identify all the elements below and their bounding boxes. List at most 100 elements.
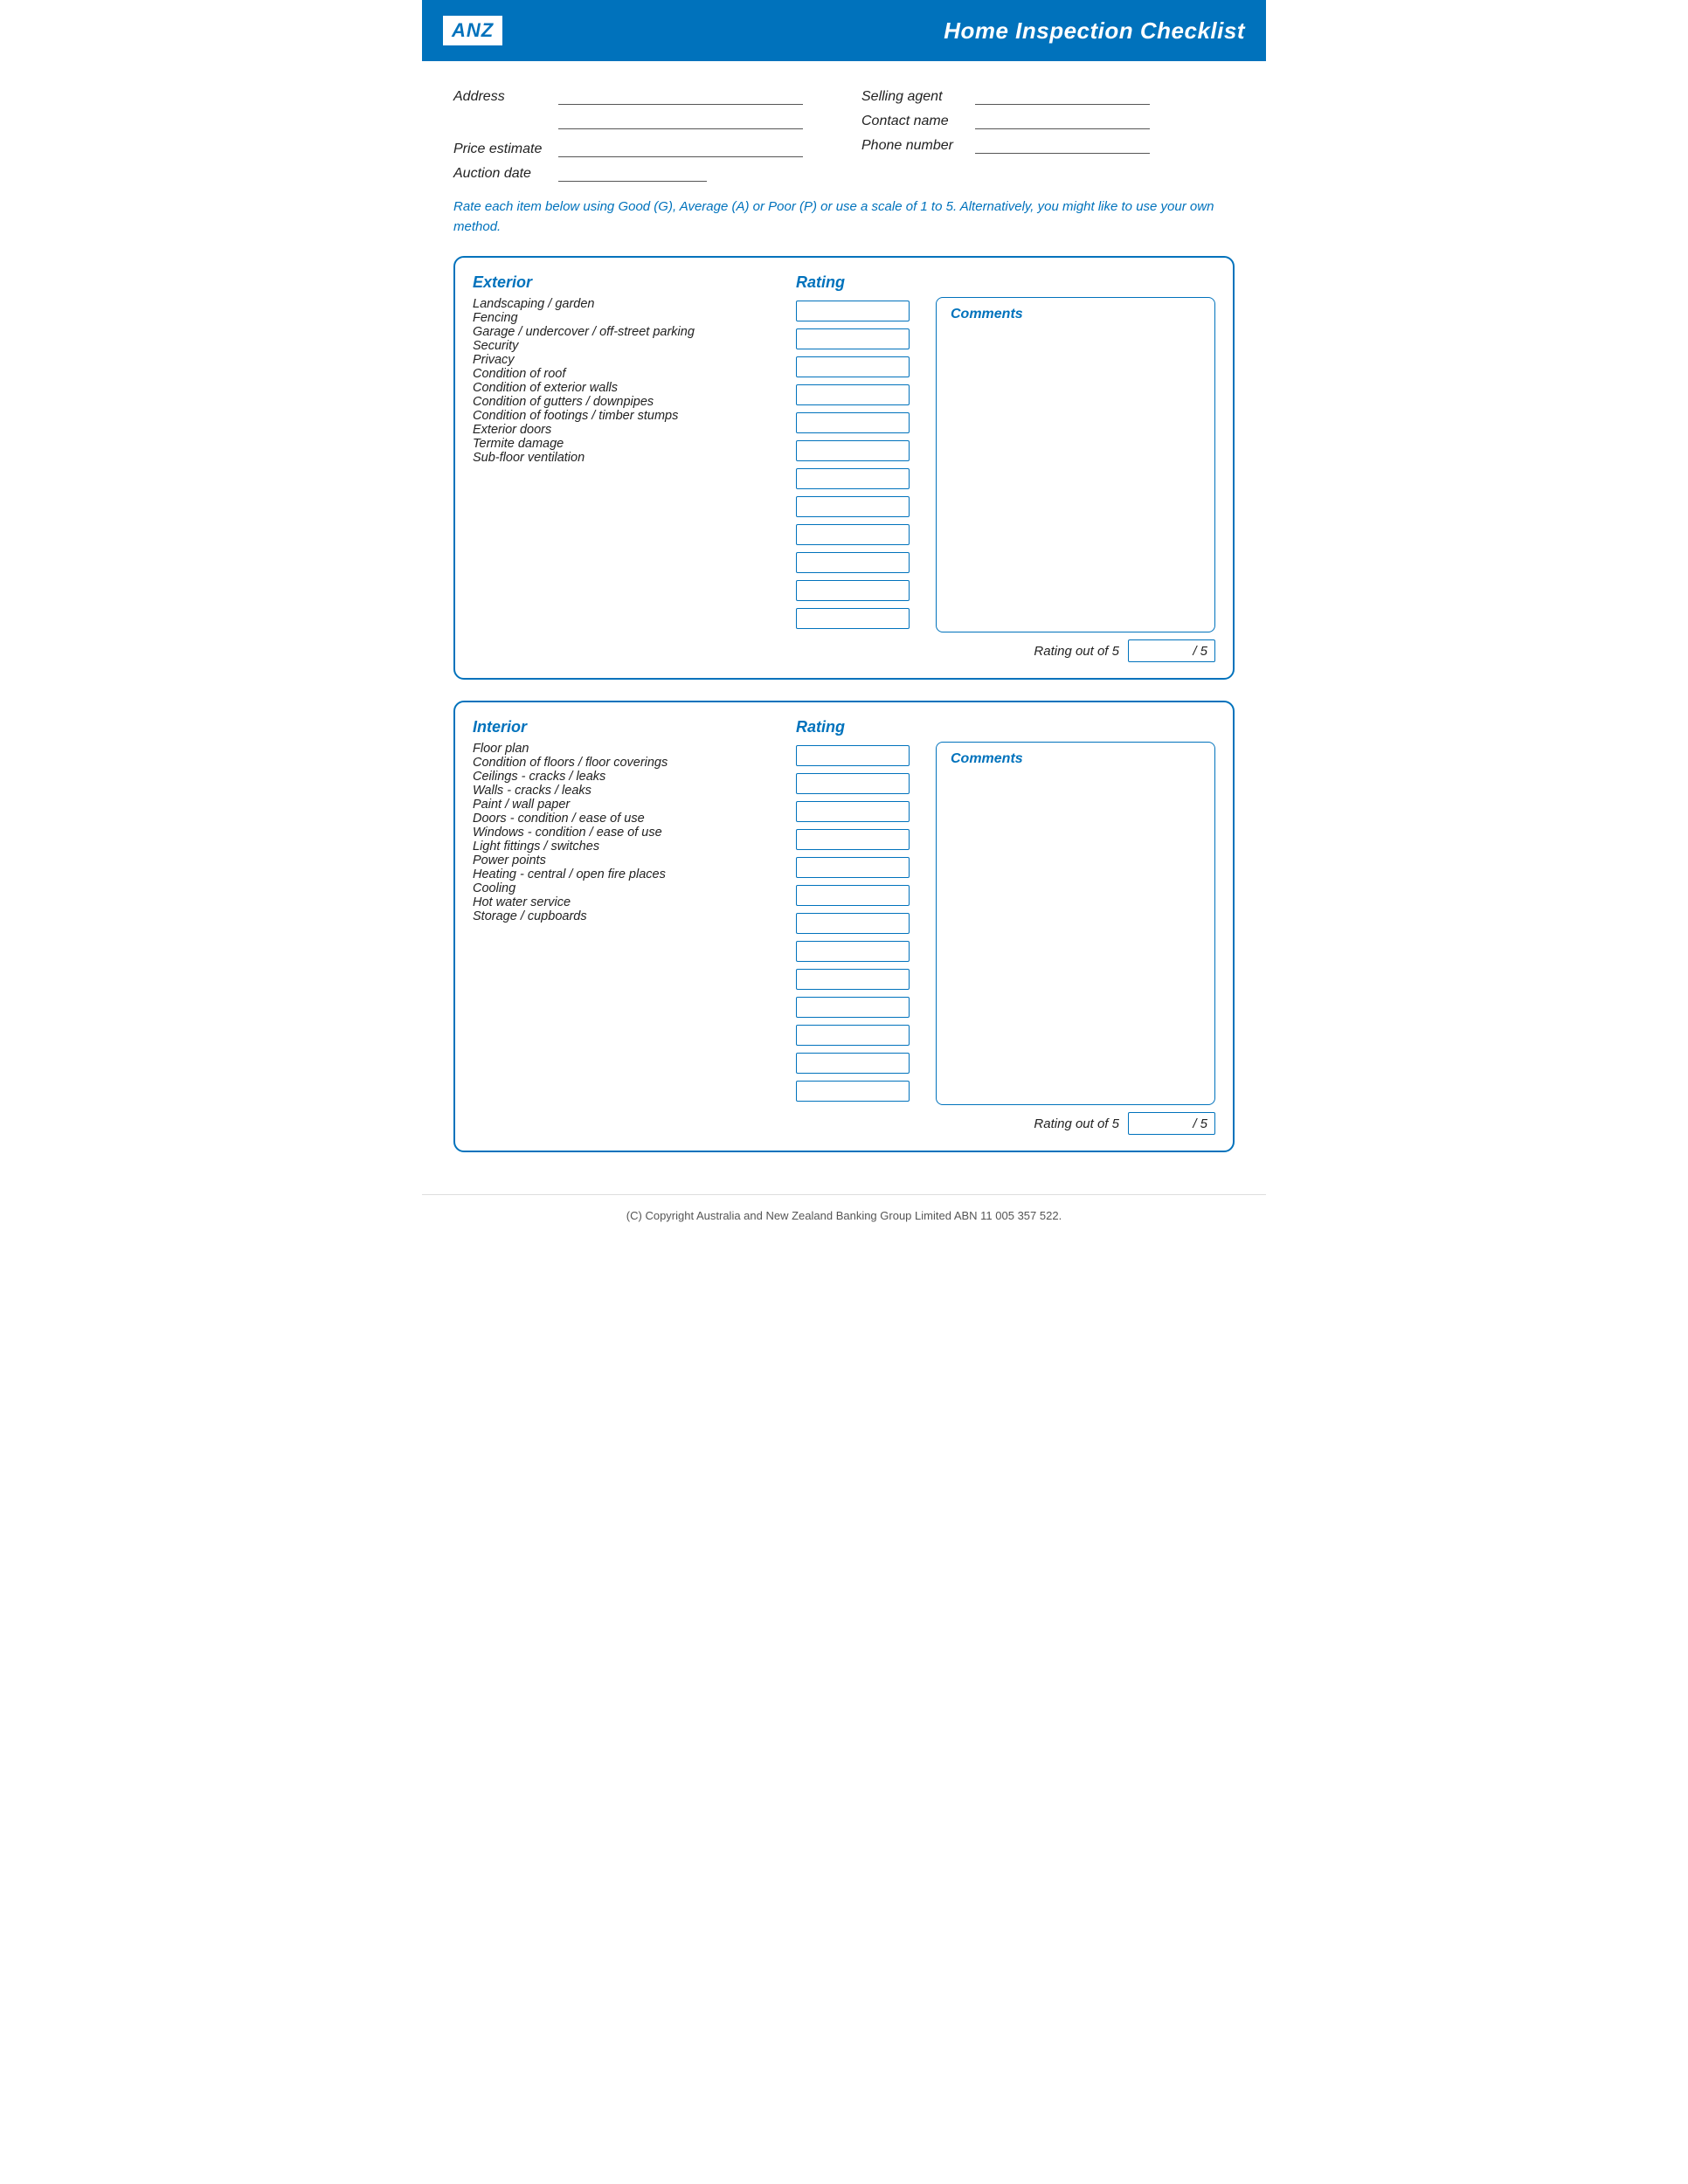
- rating-input[interactable]: [796, 829, 910, 850]
- item-label: Exterior doors: [473, 423, 796, 437]
- footer: (C) Copyright Australia and New Zealand …: [422, 1194, 1266, 1238]
- rating-input[interactable]: [796, 941, 910, 962]
- contact-name-input[interactable]: [975, 110, 1150, 129]
- footer-text: (C) Copyright Australia and New Zealand …: [626, 1209, 1062, 1222]
- item-label: Privacy: [473, 353, 796, 367]
- price-estimate-label: Price estimate: [453, 142, 550, 157]
- item-label: Hot water service: [473, 895, 796, 909]
- comments-label-interior: Comments: [937, 743, 1214, 772]
- section-body-exterior: Landscaping / gardenFencingGarage / unde…: [473, 297, 1215, 632]
- rating-input[interactable]: [796, 745, 910, 766]
- form-area: Address Price estimate Auction date Sell…: [422, 61, 1266, 1187]
- contact-name-label: Contact name: [861, 114, 966, 129]
- item-label: Windows - condition / ease of use: [473, 826, 796, 840]
- rating-input[interactable]: [796, 885, 910, 906]
- rating-item-row: [796, 1049, 936, 1077]
- item-label: Heating - central / open fire places: [473, 867, 796, 881]
- rating-input[interactable]: [796, 356, 910, 377]
- rating-input[interactable]: [796, 1053, 910, 1074]
- address-label: Address: [453, 89, 550, 105]
- rating-input[interactable]: [796, 801, 910, 822]
- rating-input[interactable]: [796, 1025, 910, 1046]
- item-label: Storage / cupboards: [473, 909, 796, 923]
- item-label: Light fittings / switches: [473, 840, 796, 854]
- rating-item-row: [796, 1021, 936, 1049]
- items-col-interior: Floor planCondition of floors / floor co…: [473, 742, 796, 1105]
- rating-input[interactable]: [796, 301, 910, 321]
- rating-input[interactable]: [796, 608, 910, 629]
- instruction-text: Rate each item below using Good (G), Ave…: [453, 197, 1235, 237]
- rating-item-row: [796, 297, 936, 325]
- items-col-exterior: Landscaping / gardenFencingGarage / unde…: [473, 297, 796, 632]
- rating-out-label-exterior: Rating out of 5: [1034, 644, 1119, 659]
- rating-input[interactable]: [796, 552, 910, 573]
- item-label: Doors - condition / ease of use: [473, 812, 796, 826]
- rating-input[interactable]: [796, 997, 910, 1018]
- item-label: Walls - cracks / leaks: [473, 784, 796, 798]
- rating-item-row: [796, 881, 936, 909]
- rating-input[interactable]: [796, 328, 910, 349]
- rating-item-row: [796, 325, 936, 353]
- rating-input[interactable]: [796, 524, 910, 545]
- item-label: Ceilings - cracks / leaks: [473, 770, 796, 784]
- rating-input[interactable]: [796, 440, 910, 461]
- rating-item-row: [796, 937, 936, 965]
- address-input-1[interactable]: [558, 86, 803, 105]
- left-fields: Address Price estimate Auction date: [453, 86, 827, 182]
- selling-agent-input[interactable]: [975, 86, 1150, 105]
- rating-out-box-exterior[interactable]: / 5: [1128, 639, 1215, 662]
- rating-input[interactable]: [796, 412, 910, 433]
- rating-input[interactable]: [796, 1081, 910, 1102]
- comments-col-interior: Comments: [936, 742, 1215, 1105]
- rating-input[interactable]: [796, 468, 910, 489]
- price-estimate-input[interactable]: [558, 138, 803, 157]
- comments-col-exterior: Comments: [936, 297, 1215, 632]
- rating-input[interactable]: [796, 580, 910, 601]
- rating-item-row: [796, 605, 936, 632]
- item-label: Termite damage: [473, 437, 796, 451]
- section-body-interior: Floor planCondition of floors / floor co…: [473, 742, 1215, 1105]
- rating-item-row: [796, 353, 936, 381]
- rating-item-row: [796, 577, 936, 605]
- rating-item-row: [796, 909, 936, 937]
- rating-item-row: [796, 770, 936, 798]
- rating-input[interactable]: [796, 496, 910, 517]
- rating-out-box-interior[interactable]: / 5: [1128, 1112, 1215, 1135]
- rating-title-exterior: Rating: [796, 273, 936, 292]
- phone-number-input[interactable]: [975, 135, 1150, 154]
- address-field-row-2: [453, 110, 827, 129]
- rating-out-row-interior: Rating out of 5/ 5: [473, 1112, 1215, 1135]
- rating-item-row: [796, 437, 936, 465]
- right-fields: Selling agent Contact name Phone number: [861, 86, 1235, 182]
- rating-col-interior: [796, 742, 936, 1105]
- rating-input[interactable]: [796, 969, 910, 990]
- anz-logo: ANZ: [443, 16, 502, 45]
- contact-name-field-row: Contact name: [861, 110, 1235, 129]
- rating-item-row: [796, 465, 936, 493]
- section-header-exterior: ExteriorRating: [473, 273, 1215, 292]
- rating-col-exterior: [796, 297, 936, 632]
- anz-logo-text: ANZ: [443, 16, 502, 45]
- item-label: Garage / undercover / off-street parking: [473, 325, 796, 339]
- item-label: Floor plan: [473, 742, 796, 756]
- rating-input[interactable]: [796, 773, 910, 794]
- item-label: Fencing: [473, 311, 796, 325]
- selling-agent-label: Selling agent: [861, 89, 966, 105]
- rating-item-row: [796, 381, 936, 409]
- address-input-2[interactable]: [558, 110, 803, 129]
- address-field-row-1: Address: [453, 86, 827, 105]
- sections-container: ExteriorRating Landscaping / gardenFencin…: [453, 256, 1235, 1152]
- rating-item-row: [796, 993, 936, 1021]
- rating-input[interactable]: [796, 384, 910, 405]
- section-card-interior: InteriorRating Floor planCondition of flo…: [453, 701, 1235, 1152]
- item-label: Condition of footings / timber stumps: [473, 409, 796, 423]
- section-header-interior: InteriorRating: [473, 718, 1215, 736]
- rating-input[interactable]: [796, 913, 910, 934]
- auction-date-input[interactable]: [558, 162, 707, 182]
- item-label: Landscaping / garden: [473, 297, 796, 311]
- item-label: Condition of floors / floor coverings: [473, 756, 796, 770]
- rating-input[interactable]: [796, 857, 910, 878]
- page-title: Home Inspection Checklist: [944, 17, 1245, 45]
- comments-label-exterior: Comments: [937, 298, 1214, 328]
- rating-out-row-exterior: Rating out of 5 / 5: [473, 639, 1215, 662]
